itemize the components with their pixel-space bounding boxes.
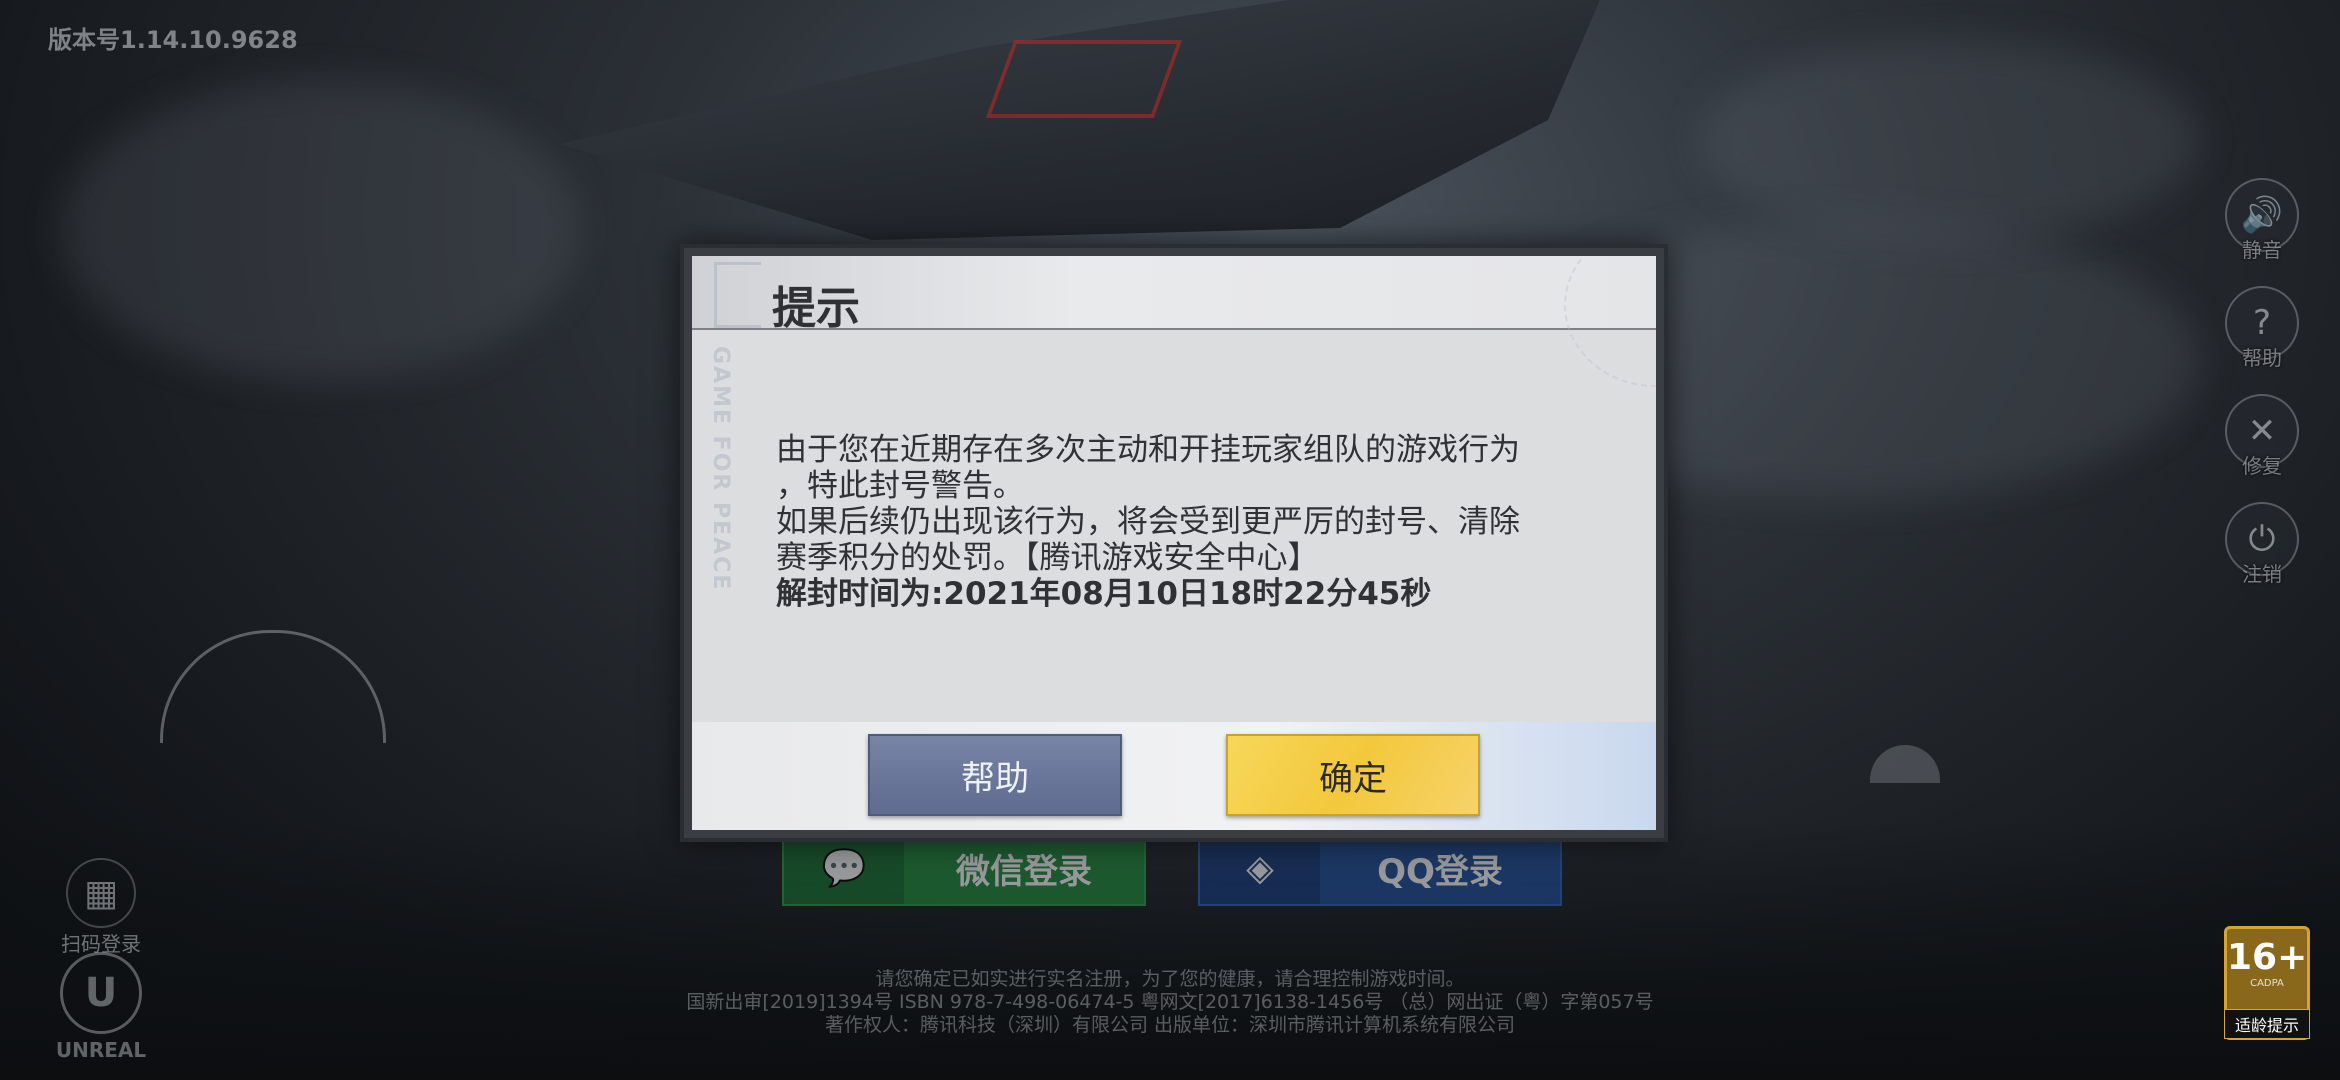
footer-line: 国新出审[2019]1394号 ISBN 978-7-498-06474-5 粤… bbox=[686, 991, 1654, 1013]
notice-dialog: 提示 GAME FOR PEACE 由于您在近期存在多次主动和开挂玩家组队的游戏… bbox=[680, 244, 1668, 842]
logout-label: 注销 bbox=[2242, 562, 2282, 586]
qr-login-button[interactable]: ▦ 扫码登录 bbox=[58, 858, 144, 957]
penguin-icon: ◈ bbox=[1200, 832, 1320, 904]
mute-button[interactable]: 🔊 静音 bbox=[2224, 178, 2300, 263]
dialog-body: 提示 GAME FOR PEACE 由于您在近期存在多次主动和开挂玩家组队的游戏… bbox=[692, 256, 1656, 830]
message-line: 如果后续仍出现该行为，将会受到更严厉的封号、清除 bbox=[776, 504, 1520, 540]
parachute-silhouette bbox=[160, 630, 386, 743]
dialog-header: 提示 bbox=[692, 256, 1656, 334]
logout-button[interactable]: ⏻ 注销 bbox=[2224, 502, 2300, 587]
message-line: 赛季积分的处罚。【腾讯游戏安全中心】 bbox=[776, 540, 1319, 576]
mute-label: 静音 bbox=[2242, 238, 2282, 262]
unban-time: 解封时间为:2021年08月10日18时22分45秒 bbox=[776, 576, 1432, 612]
aircraft-silhouette bbox=[560, 0, 1600, 240]
footer-line: 著作权人：腾讯科技（深圳）有限公司 出版单位：深圳市腾讯计算机系统有限公司 bbox=[824, 1014, 1516, 1036]
confirm-button[interactable]: 确定 bbox=[1226, 734, 1480, 816]
help-side-label: 帮助 bbox=[2242, 346, 2282, 370]
unreal-label: UNREAL bbox=[55, 1038, 147, 1062]
version-label: 版本号1.14.10.9628 bbox=[48, 26, 298, 54]
help-button[interactable]: 帮助 bbox=[868, 734, 1122, 816]
message-line: ，特此封号警告。 bbox=[776, 468, 1024, 504]
parachute-silhouette-small bbox=[1870, 745, 1940, 783]
dialog-message: 由于您在近期存在多次主动和开挂玩家组队的游戏行为 ，特此封号警告。 如果后续仍出… bbox=[776, 432, 1596, 612]
help-side-button[interactable]: ? 帮助 bbox=[2224, 286, 2300, 371]
wechat-icon: 💬 bbox=[784, 832, 904, 904]
qr-code-icon: ▦ bbox=[66, 858, 136, 928]
footer-line: 请您确定已如实进行实名注册，为了您的健康，请合理控制游戏时间。 bbox=[875, 968, 1465, 990]
dialog-title: 提示 bbox=[772, 283, 860, 334]
repair-button[interactable]: ✕ 修复 bbox=[2224, 394, 2300, 479]
message-line: 由于您在近期存在多次主动和开挂玩家组队的游戏行为 bbox=[776, 432, 1520, 468]
wechat-login-label: 微信登录 bbox=[956, 851, 1092, 892]
repair-label: 修复 bbox=[2242, 454, 2282, 478]
aircraft-detail bbox=[985, 40, 1183, 118]
game-for-peace-watermark: GAME FOR PEACE bbox=[708, 346, 733, 592]
cloud bbox=[60, 80, 580, 380]
footer-legal-text: 请您确定已如实进行实名注册，为了您的健康，请合理控制游戏时间。 国新出审[201… bbox=[0, 968, 2340, 1037]
deco-arcs bbox=[1564, 256, 1656, 388]
ground-shade bbox=[0, 820, 2340, 1080]
dialog-button-bar: 帮助 确定 bbox=[692, 722, 1656, 830]
cloud bbox=[1700, 40, 2200, 240]
corner-deco bbox=[714, 262, 761, 328]
qq-login-label: QQ登录 bbox=[1377, 851, 1503, 892]
